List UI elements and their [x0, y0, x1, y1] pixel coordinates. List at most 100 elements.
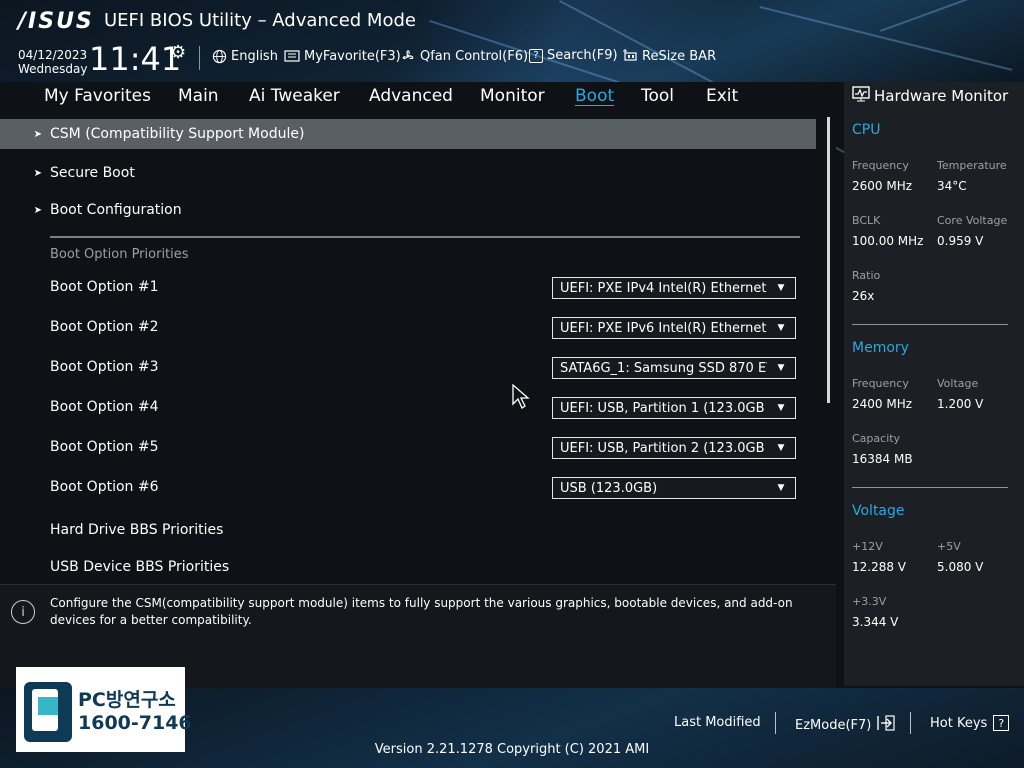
memory-voltage-label: Voltage [937, 377, 979, 390]
voltage-5v-label: +5V [937, 540, 961, 553]
watermark-text-name: PC방연구소 [78, 689, 176, 711]
memory-capacity-label: Capacity [852, 432, 901, 445]
ezmode-button[interactable]: EzMode(F7) [795, 715, 895, 735]
boot-option-6-value: USB (123.0GB) [560, 480, 658, 496]
tab-advanced[interactable]: Advanced [369, 86, 453, 106]
boot-option-2-select[interactable]: UEFI: PXE IPv6 Intel(R) Ethernet ▼ [552, 317, 796, 339]
clock: 11:41 [89, 40, 182, 78]
dropdown-caret-icon: ▼ [777, 443, 785, 453]
dropdown-caret-icon: ▼ [777, 363, 785, 373]
dropdown-caret-icon: ▼ [777, 483, 785, 493]
ezmode-label: EzMode(F7) [795, 717, 872, 733]
last-modified-button[interactable]: Last Modified [674, 715, 761, 730]
myfavorite-label: MyFavorite(F3) [304, 48, 401, 64]
usb-device-bbs-priorities-link[interactable]: USB Device BBS Priorities [50, 559, 229, 575]
toolbar-separator [199, 46, 200, 70]
tab-ai-tweaker[interactable]: Ai Tweaker [249, 86, 340, 106]
voltage-12v-value: 12.288 V [852, 560, 907, 574]
tab-my-favorites[interactable]: My Favorites [44, 86, 151, 106]
boot-option-2-value: UEFI: PXE IPv6 Intel(R) Ethernet [560, 320, 767, 336]
favorite-icon [284, 48, 300, 64]
voltage-section-title: Voltage [852, 503, 905, 519]
boot-option-4-select[interactable]: UEFI: USB, Partition 1 (123.0GB ▼ [552, 397, 796, 419]
search-button[interactable]: ? Search(F9) [529, 48, 618, 63]
monitor-icon [852, 86, 870, 106]
myfavorite-button[interactable]: MyFavorite(F3) [284, 48, 401, 64]
cpu-bclk-label: BCLK [852, 214, 881, 227]
main-tabs: My Favorites Main Ai Tweaker Advanced Mo… [0, 82, 836, 112]
watermark-logo: PC방연구소 1600-7146 [16, 667, 192, 752]
hardware-monitor-panel: Hardware Monitor CPU Frequency Temperatu… [844, 82, 1024, 686]
memory-frequency-value: 2400 MHz [852, 397, 913, 411]
boot-option-1-value: UEFI: PXE IPv4 Intel(R) Ethernet [560, 280, 767, 296]
scrollbar-thumb[interactable] [827, 117, 830, 403]
cpu-core-voltage-value: 0.959 V [937, 234, 984, 248]
submenu-arrow-icon: ➤ [33, 128, 42, 140]
boot-option-3-value: SATA6G_1: Samsung SSD 870 EV [560, 360, 767, 376]
cpu-ratio-label: Ratio [852, 269, 881, 282]
globe-icon [211, 48, 227, 64]
section-divider [50, 236, 800, 238]
boot-option-6-label: Boot Option #6 [50, 479, 159, 495]
tab-boot[interactable]: Boot [575, 86, 614, 106]
boot-option-3-select[interactable]: SATA6G_1: Samsung SSD 870 EV ▼ [552, 357, 796, 379]
hot-keys-button[interactable]: Hot Keys ? [930, 715, 1010, 731]
last-modified-label: Last Modified [674, 715, 761, 730]
cpu-bclk-value: 100.00 MHz [852, 234, 924, 248]
hard-drive-bbs-priorities-link[interactable]: Hard Drive BBS Priorities [50, 522, 223, 538]
submenu-arrow-icon: ➤ [33, 204, 42, 216]
boot-option-5-select[interactable]: UEFI: USB, Partition 2 (123.0GB ▼ [552, 437, 796, 459]
tab-exit[interactable]: Exit [706, 86, 738, 106]
info-icon: i [11, 600, 35, 624]
boot-option-1-label: Boot Option #1 [50, 279, 159, 295]
voltage-3v3-label: +3.3V [852, 595, 887, 608]
gear-icon[interactable]: ⚙ [170, 42, 186, 63]
voltage-3v3-value: 3.344 V [852, 615, 899, 629]
tab-tool[interactable]: Tool [641, 86, 674, 106]
cpu-section-title: CPU [852, 122, 881, 138]
boot-option-1-select[interactable]: UEFI: PXE IPv4 Intel(R) Ethernet ▼ [552, 277, 796, 299]
weekday-text: Wednesday [18, 62, 88, 76]
resize-bar-icon [622, 48, 638, 64]
boot-settings-panel: ➤ CSM (Compatibility Support Module) ➤ S… [0, 112, 836, 580]
hw-divider [852, 487, 1008, 488]
tab-monitor[interactable]: Monitor [480, 86, 545, 106]
help-question-icon: ? [993, 715, 1010, 731]
boot-option-6-select[interactable]: USB (123.0GB) ▼ [552, 477, 796, 499]
submenu-label: CSM (Compatibility Support Module) [50, 126, 305, 142]
submenu-label: Boot Configuration [50, 202, 182, 218]
submenu-label: Secure Boot [50, 165, 135, 181]
language-button[interactable]: English [211, 48, 278, 64]
search-label: Search(F9) [547, 48, 618, 63]
hardware-monitor-title: Hardware Monitor [852, 86, 1008, 106]
boot-option-4-label: Boot Option #4 [50, 399, 159, 415]
asus-logo: /ISUS [18, 9, 94, 34]
boot-option-2-label: Boot Option #2 [50, 319, 159, 335]
memory-capacity-value: 16384 MB [852, 452, 913, 466]
exit-arrow-icon [877, 715, 895, 735]
resize-bar-button[interactable]: ReSize BAR [622, 48, 716, 64]
language-label: English [231, 48, 278, 64]
app-title: UEFI BIOS Utility – Advanced Mode [104, 10, 416, 31]
memory-section-title: Memory [852, 340, 909, 356]
boot-option-5-label: Boot Option #5 [50, 439, 159, 455]
hardware-monitor-title-text: Hardware Monitor [874, 87, 1009, 105]
qfan-control-button[interactable]: Qfan Control(F6) [400, 48, 528, 64]
boot-option-3-label: Boot Option #3 [50, 359, 159, 375]
date-text: 04/12/2023 [18, 48, 88, 62]
cpu-core-voltage-label: Core Voltage [937, 214, 1008, 227]
footer-separator [775, 712, 776, 734]
cpu-temperature-label: Temperature [937, 159, 1007, 172]
footer-separator [910, 712, 911, 734]
qfan-control-label: Qfan Control(F6) [420, 48, 529, 64]
voltage-5v-value: 5.080 V [937, 560, 984, 574]
voltage-12v-label: +12V [852, 540, 883, 553]
fan-icon [400, 48, 416, 64]
submenu-csm[interactable]: ➤ CSM (Compatibility Support Module) [0, 119, 816, 149]
submenu-secure-boot[interactable]: ➤ Secure Boot [0, 158, 816, 188]
dropdown-caret-icon: ▼ [777, 323, 785, 333]
tab-main[interactable]: Main [178, 86, 219, 106]
submenu-boot-configuration[interactable]: ➤ Boot Configuration [0, 195, 816, 225]
dropdown-caret-icon: ▼ [777, 283, 785, 293]
boot-option-priorities-label: Boot Option Priorities [50, 247, 189, 262]
